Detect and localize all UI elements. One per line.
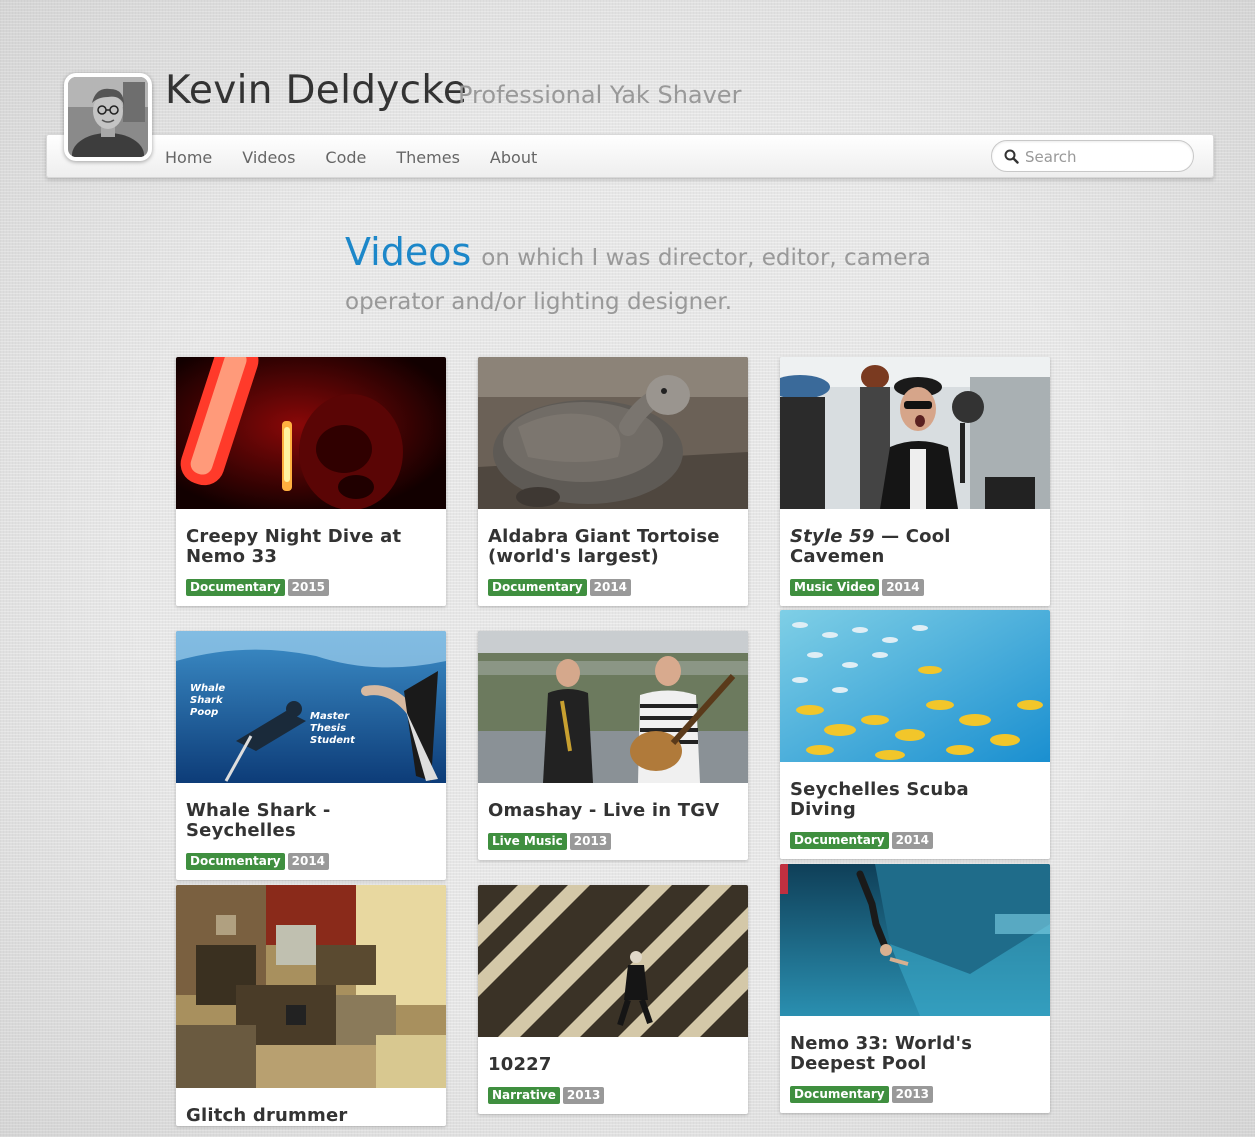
genre-tag[interactable]: Documentary: [186, 853, 285, 870]
video-card[interactable]: Seychelles Scuba Diving Documentary 2014: [780, 610, 1050, 859]
nav-item-videos[interactable]: Videos: [242, 148, 295, 167]
video-title[interactable]: Whale Shark - Seychelles: [186, 801, 436, 841]
nav-item-about[interactable]: About: [490, 148, 537, 167]
tag-list: Music Video 2014: [790, 579, 1040, 606]
video-card[interactable]: Aldabra Giant Tortoise (world's largest)…: [478, 357, 748, 606]
page-subtitle-continued: operator and/or lighting designer.: [345, 289, 733, 315]
video-thumbnail[interactable]: [478, 885, 748, 1037]
video-card[interactable]: Style 59 — Cool Cavemen Music Video 2014: [780, 357, 1050, 606]
tag-list: Documentary 2014: [790, 832, 1040, 859]
video-thumbnail[interactable]: [780, 610, 1050, 762]
tag-list: Documentary 2014: [186, 853, 436, 880]
video-title[interactable]: 10227: [488, 1055, 738, 1075]
year-tag[interactable]: 2014: [882, 579, 924, 596]
year-tag[interactable]: 2014: [891, 832, 934, 849]
year-tag[interactable]: 2013: [562, 1087, 605, 1104]
site-title[interactable]: Kevin Deldycke: [165, 68, 467, 113]
video-thumbnail[interactable]: [780, 357, 1050, 509]
thumbnail-caption-left: Whale Shark Poop: [190, 683, 226, 718]
tag-list: Narrative 2013: [488, 1087, 738, 1114]
card-body: Style 59 — Cool Cavemen Music Video 2014: [780, 509, 1050, 606]
video-title[interactable]: Seychelles Scuba Diving: [790, 780, 1040, 820]
video-card[interactable]: Nemo 33: World's Deepest Pool Documentar…: [780, 864, 1050, 1113]
video-title[interactable]: Style 59 — Cool Cavemen: [790, 527, 1040, 567]
card-body: 10227 Narrative 2013: [478, 1037, 748, 1114]
year-tag[interactable]: 2014: [287, 853, 330, 870]
card-body: Glitch drummer: [176, 1088, 446, 1126]
tag-list: Documentary 2013: [790, 1086, 1040, 1113]
video-title[interactable]: Creepy Night Dive at Nemo 33: [186, 527, 436, 567]
nav-menu: Home Videos Code Themes About: [165, 135, 567, 179]
video-title[interactable]: Glitch drummer: [186, 1106, 436, 1126]
genre-tag[interactable]: Live Music: [488, 833, 567, 850]
search-input[interactable]: [1023, 145, 1187, 169]
video-thumbnail[interactable]: [478, 631, 748, 783]
video-thumbnail[interactable]: [176, 885, 446, 1088]
video-title[interactable]: Aldabra Giant Tortoise (world's largest): [488, 527, 738, 567]
video-card[interactable]: Whale Shark Poop Master Thesis Student W…: [176, 631, 446, 880]
navbar: Home Videos Code Themes About: [46, 134, 1214, 178]
year-tag[interactable]: 2014: [589, 579, 632, 596]
card-body: Nemo 33: World's Deepest Pool Documentar…: [780, 1016, 1050, 1113]
tag-list: Live Music 2013: [488, 833, 738, 860]
video-thumbnail[interactable]: [176, 357, 446, 509]
site-tagline: Professional Yak Shaver: [458, 81, 742, 109]
genre-tag[interactable]: Narrative: [488, 1087, 560, 1104]
video-title-emphasis: Style 59: [790, 526, 875, 547]
nav-item-themes[interactable]: Themes: [396, 148, 460, 167]
avatar-photo: [68, 77, 148, 157]
genre-tag[interactable]: Documentary: [488, 579, 587, 596]
year-tag[interactable]: 2013: [891, 1086, 934, 1103]
search-box[interactable]: [991, 140, 1194, 172]
card-body: Whale Shark - Seychelles Documentary 201…: [176, 783, 446, 880]
video-thumbnail[interactable]: [780, 864, 1050, 1016]
video-card[interactable]: Glitch drummer: [176, 885, 446, 1126]
video-title[interactable]: Nemo 33: World's Deepest Pool: [790, 1034, 1040, 1074]
genre-tag[interactable]: Documentary: [790, 1086, 889, 1103]
video-card[interactable]: Omashay - Live in TGV Live Music 2013: [478, 631, 748, 860]
nav-item-code[interactable]: Code: [325, 148, 366, 167]
year-tag[interactable]: 2015: [287, 579, 330, 596]
card-body: Seychelles Scuba Diving Documentary 2014: [780, 762, 1050, 859]
thumbnail-caption-right: Master Thesis Student: [310, 711, 355, 746]
avatar[interactable]: [64, 73, 152, 161]
tag-list: Documentary 2014: [488, 579, 738, 606]
year-tag[interactable]: 2013: [569, 833, 612, 850]
page-heading: Videos on which I was director, editor, c…: [345, 231, 945, 325]
video-thumbnail[interactable]: [478, 357, 748, 509]
card-body: Creepy Night Dive at Nemo 33 Documentary…: [176, 509, 446, 606]
nav-item-home[interactable]: Home: [165, 148, 212, 167]
search-icon: [1004, 149, 1019, 164]
card-body: Aldabra Giant Tortoise (world's largest)…: [478, 509, 748, 606]
video-title[interactable]: Omashay - Live in TGV: [488, 801, 738, 821]
page-subtitle: on which I was director, editor, camera: [481, 245, 931, 271]
tag-list: Documentary 2015: [186, 579, 436, 606]
genre-tag[interactable]: Documentary: [186, 579, 285, 596]
genre-tag[interactable]: Music Video: [790, 579, 880, 596]
page-title: Videos: [345, 230, 472, 274]
genre-tag[interactable]: Documentary: [790, 832, 889, 849]
card-body: Omashay - Live in TGV Live Music 2013: [478, 783, 748, 860]
video-card[interactable]: Creepy Night Dive at Nemo 33 Documentary…: [176, 357, 446, 606]
video-card[interactable]: 10227 Narrative 2013: [478, 885, 748, 1114]
